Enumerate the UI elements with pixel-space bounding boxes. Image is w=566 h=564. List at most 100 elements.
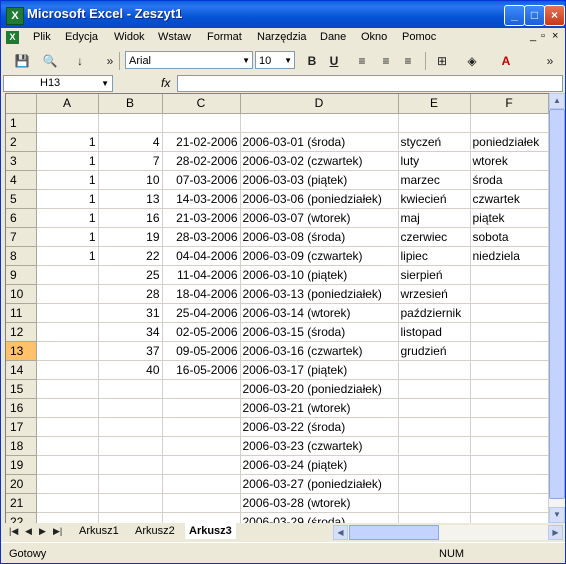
column-header-d[interactable]: D <box>240 94 399 114</box>
menu-okno[interactable]: Okno <box>361 31 387 43</box>
font-name-combo[interactable]: Arial ▼ <box>125 51 253 69</box>
cell-f[interactable] <box>470 341 549 361</box>
insert-function-icon[interactable]: fx <box>161 76 170 90</box>
cell-e[interactable]: luty <box>398 151 471 171</box>
scroll-up-icon[interactable]: ▲ <box>549 93 565 109</box>
cell-d[interactable]: 2006-03-07 (wtorek) <box>240 208 399 228</box>
cell-c[interactable]: 21-03-2006 <box>162 208 241 228</box>
font-size-combo[interactable]: 10 ▼ <box>255 51 295 69</box>
cell-d[interactable]: 2006-03-13 (poniedziałek) <box>240 284 399 304</box>
align-left-icon[interactable]: ≡ <box>353 52 371 70</box>
cell-c[interactable]: 07-03-2006 <box>162 170 241 190</box>
close-button[interactable]: × <box>544 5 565 26</box>
menu-pomoc[interactable]: Pomoc <box>402 31 436 43</box>
cell-e[interactable] <box>398 493 471 513</box>
doc-close-icon[interactable]: × <box>552 30 558 42</box>
scroll-right-icon[interactable]: ▶ <box>548 525 563 540</box>
borders-icon[interactable]: ⊞ <box>433 52 451 70</box>
prev-sheet-icon[interactable]: ◀ <box>25 526 32 537</box>
column-header-e[interactable]: E <box>398 94 471 114</box>
cell-c[interactable]: 25-04-2006 <box>162 303 241 323</box>
cell-b[interactable] <box>98 379 163 399</box>
bold-button[interactable]: B <box>303 52 321 70</box>
cell-f[interactable] <box>470 284 549 304</box>
cell-a[interactable] <box>36 398 99 418</box>
print-preview-icon[interactable]: 🔍 <box>41 52 59 70</box>
vertical-scroll-thumb[interactable] <box>549 109 565 499</box>
cell-a[interactable] <box>36 284 99 304</box>
cell-b[interactable]: 40 <box>98 360 163 380</box>
cell-a[interactable] <box>36 455 99 475</box>
cell-b[interactable]: 4 <box>98 132 163 152</box>
cell-b[interactable]: 25 <box>98 265 163 285</box>
cell-c[interactable]: 18-04-2006 <box>162 284 241 304</box>
cell-c[interactable]: 16-05-2006 <box>162 360 241 380</box>
save-icon[interactable]: 💾 <box>13 52 31 70</box>
cell-a[interactable]: 1 <box>36 208 99 228</box>
toolbar-more-icon[interactable]: » <box>101 52 119 70</box>
cell-e[interactable] <box>398 360 471 380</box>
align-right-icon[interactable]: ≡ <box>399 52 417 70</box>
fill-color-icon[interactable]: ◈ <box>463 52 481 70</box>
cell-a[interactable]: 1 <box>36 246 99 266</box>
cell-c[interactable] <box>162 379 241 399</box>
cell-f[interactable]: sobota <box>470 227 549 247</box>
vertical-scrollbar[interactable]: ▲ ▼ <box>549 93 565 523</box>
cell-b[interactable]: 10 <box>98 170 163 190</box>
cell-a[interactable] <box>36 303 99 323</box>
cell-d[interactable]: 2006-03-21 (wtorek) <box>240 398 399 418</box>
chevron-down-icon[interactable]: ▼ <box>242 52 250 70</box>
menu-wstaw[interactable]: Wstaw <box>158 31 191 43</box>
first-sheet-icon[interactable]: |◀ <box>9 526 18 537</box>
cell-f[interactable] <box>470 303 549 323</box>
cell-e[interactable]: czerwiec <box>398 227 471 247</box>
cell-d[interactable]: 2006-03-10 (piątek) <box>240 265 399 285</box>
cell-d[interactable]: 2006-03-08 (środa) <box>240 227 399 247</box>
cell-b[interactable]: 34 <box>98 322 163 342</box>
workbook-icon[interactable]: X <box>6 31 19 44</box>
cell-a[interactable] <box>36 322 99 342</box>
sort-ascending-icon[interactable]: ↓ <box>71 52 89 70</box>
chevron-down-icon[interactable]: ▼ <box>101 76 109 91</box>
cell-b[interactable]: 31 <box>98 303 163 323</box>
cell-f[interactable]: wtorek <box>470 151 549 171</box>
next-sheet-icon[interactable]: ▶ <box>39 526 46 537</box>
cell-a[interactable]: 1 <box>36 170 99 190</box>
toolbar-options-icon[interactable]: » <box>541 52 559 70</box>
row-header[interactable]: 7 <box>6 227 37 247</box>
cell-d[interactable] <box>240 113 399 133</box>
cell-f[interactable] <box>470 265 549 285</box>
horizontal-scroll-thumb[interactable] <box>349 525 439 540</box>
cell-e[interactable]: październik <box>398 303 471 323</box>
column-header-b[interactable]: B <box>98 94 163 114</box>
cell-f[interactable] <box>470 379 549 399</box>
cell-b[interactable] <box>98 398 163 418</box>
excel-app-icon[interactable]: X <box>6 7 24 25</box>
cell-c[interactable]: 11-04-2006 <box>162 265 241 285</box>
cell-f[interactable] <box>470 322 549 342</box>
cell-e[interactable]: grudzień <box>398 341 471 361</box>
cell-a[interactable] <box>36 113 99 133</box>
row-header[interactable]: 20 <box>6 474 37 494</box>
cell-b[interactable]: 28 <box>98 284 163 304</box>
cell-c[interactable]: 09-05-2006 <box>162 341 241 361</box>
cell-c[interactable]: 02-05-2006 <box>162 322 241 342</box>
cell-d[interactable]: 2006-03-17 (piątek) <box>240 360 399 380</box>
cell-e[interactable] <box>398 417 471 437</box>
row-header[interactable]: 17 <box>6 417 37 437</box>
select-all-corner[interactable] <box>6 94 37 114</box>
cell-e[interactable] <box>398 436 471 456</box>
cell-c[interactable]: 28-03-2006 <box>162 227 241 247</box>
cell-d[interactable]: 2006-03-02 (czwartek) <box>240 151 399 171</box>
cell-e[interactable]: wrzesień <box>398 284 471 304</box>
cell-e[interactable]: styczeń <box>398 132 471 152</box>
row-header[interactable]: 8 <box>6 246 37 266</box>
cell-f[interactable] <box>470 474 549 494</box>
menu-narzedzia[interactable]: Narzędzia <box>257 31 307 43</box>
cell-e[interactable] <box>398 474 471 494</box>
cell-f[interactable] <box>470 455 549 475</box>
cell-b[interactable] <box>98 113 163 133</box>
menu-dane[interactable]: Dane <box>320 31 346 43</box>
underline-button[interactable]: U <box>325 52 343 70</box>
horizontal-scrollbar[interactable]: ◀ ▶ <box>333 525 563 540</box>
